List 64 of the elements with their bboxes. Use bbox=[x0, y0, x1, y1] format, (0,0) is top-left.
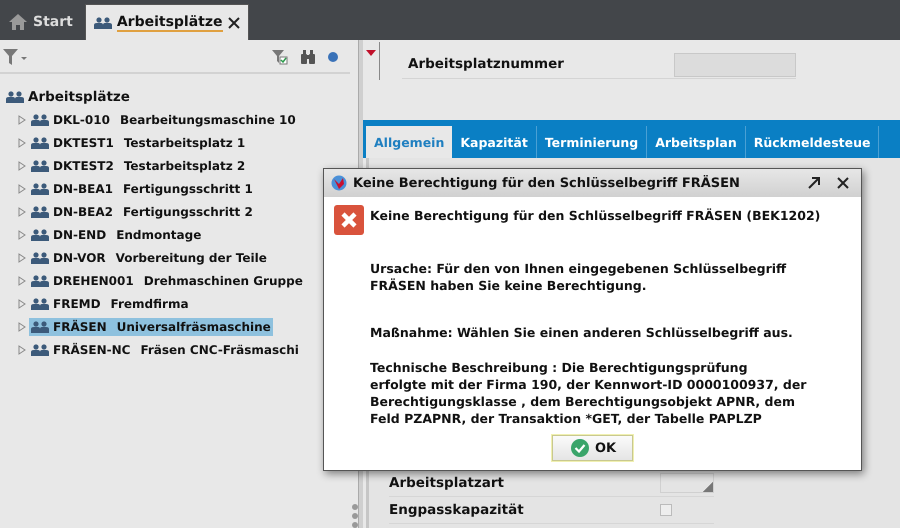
filter-check-icon[interactable] bbox=[272, 49, 288, 65]
people-icon bbox=[31, 274, 49, 286]
people-icon bbox=[31, 206, 49, 218]
tree-item[interactable]: FRÄSEN Universalfräsmaschine bbox=[29, 318, 273, 336]
collapse-icon[interactable] bbox=[366, 50, 376, 56]
close-icon[interactable] bbox=[837, 177, 849, 189]
people-icon bbox=[6, 91, 24, 103]
check-icon bbox=[570, 439, 589, 457]
input-field[interactable] bbox=[674, 52, 796, 76]
people-icon bbox=[31, 114, 49, 126]
expander-icon[interactable] bbox=[18, 298, 26, 308]
expander-icon[interactable] bbox=[18, 322, 26, 332]
close-icon[interactable] bbox=[228, 16, 240, 28]
splitter-handle[interactable] bbox=[352, 504, 358, 528]
binoculars-icon[interactable] bbox=[300, 49, 316, 65]
error-heading: Keine Berechtigung für den Schlüsselbegriff FRÄSEN (BEK1202) bbox=[370, 207, 820, 223]
tree-item[interactable]: FRÄSEN-NC Fräsen CNC-Fräsmaschi bbox=[29, 340, 301, 358]
field-label: Arbeitsplatznummer bbox=[408, 56, 564, 72]
tree-item[interactable]: DN-BEA2 Fertigungsschritt 2 bbox=[29, 202, 255, 220]
home-icon bbox=[8, 13, 28, 31]
ok-button[interactable]: OK bbox=[552, 435, 634, 461]
expander-icon[interactable] bbox=[18, 114, 26, 124]
dialog-title: Keine Berechtigung für den Schlüsselbegriff FRÄSEN bbox=[353, 176, 741, 190]
status-dot-icon bbox=[328, 52, 338, 62]
field-label: Arbeitsplatzart bbox=[389, 475, 504, 491]
expander-icon[interactable] bbox=[18, 230, 26, 240]
expander-icon[interactable] bbox=[18, 160, 26, 170]
people-icon bbox=[31, 344, 49, 356]
expander-icon[interactable] bbox=[18, 252, 26, 262]
tree-item[interactable]: FREMD Fremdfirma bbox=[29, 294, 191, 312]
people-icon bbox=[31, 298, 49, 310]
tree-item[interactable]: DKTEST2 Testarbeitsplatz 2 bbox=[29, 156, 248, 174]
expander-icon[interactable] bbox=[18, 138, 26, 148]
app-tab[interactable]: Arbeitsplätze bbox=[84, 4, 249, 40]
expander-icon[interactable] bbox=[18, 206, 26, 216]
checkbox[interactable] bbox=[660, 504, 672, 516]
message-text: Ursache: Für den von Ihnen eingegebenen Schlüsselbegriff FRÄSEN haben Sie keine Berechtigung. bbox=[370, 260, 788, 294]
people-icon bbox=[94, 16, 112, 28]
tree-root-label[interactable]: Arbeitsplätze bbox=[28, 89, 130, 105]
tree-item[interactable]: DN-END Endmontage bbox=[29, 226, 204, 244]
people-icon bbox=[31, 252, 49, 264]
people-icon bbox=[31, 136, 49, 148]
people-icon bbox=[31, 228, 49, 240]
expander-icon[interactable] bbox=[18, 344, 26, 354]
message-text: Technische Beschreibung : Die Berechtigungsprüfung erfolgte mit der Firma 190, der Kennwort-ID 0000100937, der Berechtigungsklasse , dem Berechtigungsobjekt APNR, dem Feld PZAPNR, der Transaktion *GET, der Tabelle PAPLZP bbox=[370, 359, 808, 427]
tab[interactable]: Allgemein bbox=[366, 126, 452, 158]
tree-item[interactable]: DREHEN001 Drehmaschinen Gruppe bbox=[29, 272, 305, 290]
tree-item[interactable]: DKTEST1 Testarbeitsplatz 1 bbox=[29, 134, 248, 152]
people-icon bbox=[31, 320, 49, 332]
message-text: Maßnahme: Wählen Sie einen anderen Schlüsselbegriff aus. bbox=[370, 324, 794, 341]
tree-item[interactable]: DN-BEA1 Fertigungsschritt 1 bbox=[29, 180, 255, 198]
expander-icon[interactable] bbox=[18, 184, 26, 194]
people-icon bbox=[31, 160, 49, 172]
tree-item[interactable]: DN-VOR Vorbereitung der Teile bbox=[29, 248, 269, 266]
maximize-icon[interactable] bbox=[807, 176, 821, 190]
error-icon bbox=[334, 205, 364, 235]
app-tab[interactable]: Start bbox=[4, 4, 83, 40]
app-logo-icon bbox=[331, 175, 347, 191]
tree-item[interactable]: DKL-010 Bearbeitungsmaschine 10 bbox=[29, 110, 298, 128]
expander-icon[interactable] bbox=[18, 276, 26, 286]
people-icon bbox=[31, 182, 49, 194]
dropdown-field[interactable] bbox=[660, 473, 714, 493]
filter-icon[interactable] bbox=[2, 48, 28, 66]
field-label: Engpasskapazität bbox=[389, 502, 524, 518]
